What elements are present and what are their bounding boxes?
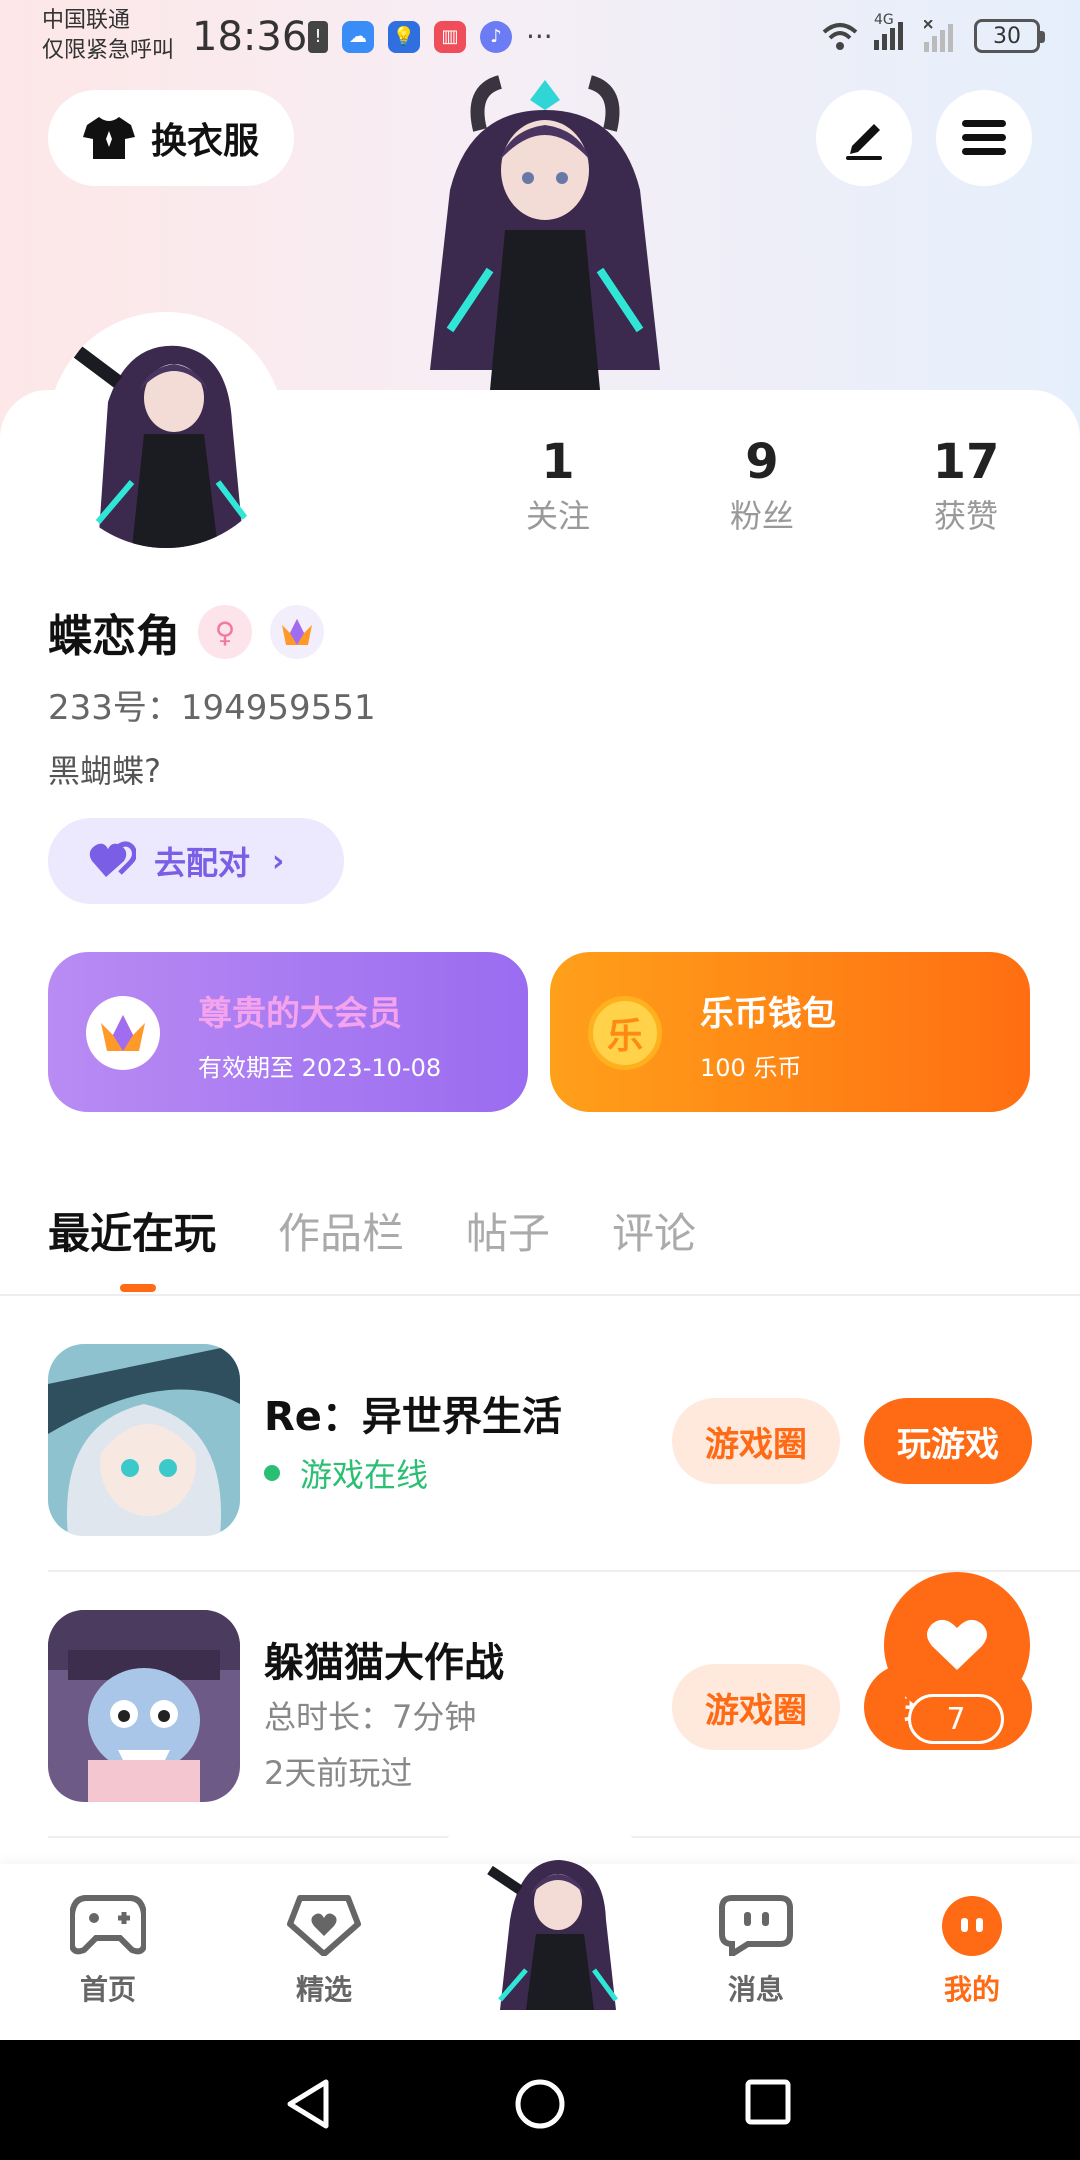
game-circle-button[interactable]: 游戏圈 bbox=[672, 1664, 840, 1750]
heart-icon bbox=[927, 1619, 987, 1670]
likes-count: 17 bbox=[932, 434, 1000, 490]
nav-messages[interactable]: 消息 bbox=[676, 1894, 836, 2008]
carrier-name: 中国联通 bbox=[42, 8, 131, 33]
vip-membership-card[interactable]: 尊贵的大会员 有效期至 2023-10-08 bbox=[48, 952, 528, 1112]
favorite-count: 7 bbox=[908, 1694, 1004, 1744]
online-status-label: 游戏在线 bbox=[300, 1456, 429, 1494]
network-type: 4G bbox=[874, 12, 894, 28]
book-icon: ▥ bbox=[434, 20, 466, 53]
nickname: 蝶恋角 bbox=[48, 611, 180, 662]
gamepad-icon bbox=[69, 1895, 147, 1955]
signal-icon: 4G bbox=[874, 12, 910, 54]
status-bar: 中国联通 仅限紧急呼叫 18:36 ! ☁ 💡 ▥ ♪ ··· 4G 30 bbox=[0, 0, 1080, 76]
carrier-info: 中国联通 仅限紧急呼叫 bbox=[42, 6, 174, 66]
back-icon[interactable] bbox=[284, 2078, 332, 2130]
nav-home-label: 首页 bbox=[79, 1973, 136, 2006]
game-title: 躲猫猫大作战 bbox=[264, 1640, 504, 1686]
avatar[interactable] bbox=[48, 312, 284, 548]
vip-expiry: 有效期至 2023-10-08 bbox=[198, 1054, 442, 1082]
stat-followers[interactable]: 9 粉丝 bbox=[682, 432, 842, 540]
nav-home[interactable]: 首页 bbox=[28, 1894, 188, 2008]
music-icon: ♪ bbox=[480, 20, 512, 53]
nav-me-label: 我的 bbox=[943, 1973, 1000, 2006]
nav-featured-label: 精选 bbox=[295, 1973, 352, 2006]
user-id: 233号：194959551 bbox=[48, 688, 376, 728]
stat-likes[interactable]: 17 获赞 bbox=[886, 432, 1046, 540]
carrier-status: 仅限紧急呼叫 bbox=[42, 38, 175, 63]
wallet-balance: 100 乐币 bbox=[700, 1054, 802, 1082]
alert-icon: ! bbox=[308, 20, 328, 53]
wallet-title: 乐币钱包 bbox=[700, 994, 836, 1034]
match-label: 去配对 bbox=[154, 844, 251, 882]
coin-icon: 乐 bbox=[588, 996, 662, 1070]
female-icon[interactable]: ♀ bbox=[198, 605, 252, 659]
stat-following[interactable]: 1 关注 bbox=[478, 432, 638, 540]
tab-works[interactable]: 作品栏 bbox=[278, 1200, 404, 1261]
tab-comments[interactable]: 评论 bbox=[612, 1200, 696, 1261]
vip-crown-icon bbox=[86, 996, 160, 1070]
pencil-icon bbox=[846, 124, 882, 160]
tab-posts[interactable]: 帖子 bbox=[466, 1200, 550, 1261]
recents-square-icon[interactable] bbox=[744, 2078, 792, 2126]
wallet-card[interactable]: 乐 乐币钱包 100 乐币 bbox=[550, 952, 1030, 1112]
tab-recent-play[interactable]: 最近在玩 bbox=[48, 1200, 216, 1261]
home-circle-icon[interactable] bbox=[514, 2078, 566, 2130]
menu-button[interactable] bbox=[936, 90, 1032, 186]
cloud-icon: ☁ bbox=[342, 20, 374, 53]
row-divider bbox=[48, 1570, 1080, 1572]
chevron-right-icon: › bbox=[272, 843, 285, 879]
match-button[interactable]: 去配对 › bbox=[48, 818, 344, 904]
clock: 18:36 bbox=[192, 14, 308, 60]
nickname-row: 蝶恋角 ♀ bbox=[48, 600, 324, 664]
tab-divider bbox=[0, 1294, 1080, 1296]
game-row[interactable]: Re：异世界生活 游戏在线 游戏圈 玩游戏 bbox=[48, 1344, 1080, 1540]
following-label: 关注 bbox=[525, 497, 590, 535]
vip-title: 尊贵的大会员 bbox=[198, 994, 402, 1034]
hamburger-menu-icon bbox=[962, 120, 1006, 155]
game-circle-button[interactable]: 游戏圈 bbox=[672, 1398, 840, 1484]
vip-crown-badge-icon[interactable] bbox=[270, 605, 324, 659]
following-count: 1 bbox=[541, 434, 575, 490]
wifi-icon bbox=[822, 23, 858, 50]
nav-me[interactable]: 我的 bbox=[892, 1894, 1052, 2008]
game-online-status: 游戏在线 bbox=[264, 1450, 428, 1496]
avatar-character-banner bbox=[430, 75, 660, 390]
game-duration: 总时长：7分钟 bbox=[264, 1698, 477, 1736]
followers-count: 9 bbox=[745, 434, 779, 490]
more-notifications-icon: ··· bbox=[526, 20, 553, 53]
game-thumbnail[interactable] bbox=[48, 1610, 240, 1802]
bulb-icon: 💡 bbox=[388, 20, 420, 53]
online-dot-icon bbox=[264, 1465, 280, 1481]
user-bio: 黑蝴蝶? bbox=[48, 752, 161, 790]
game-thumbnail[interactable] bbox=[48, 1344, 240, 1536]
nav-featured[interactable]: 精选 bbox=[244, 1894, 404, 2008]
play-game-button[interactable]: 玩游戏 bbox=[864, 1398, 1032, 1484]
system-navigation-bar bbox=[0, 2040, 1080, 2160]
profile-tabs: 最近在玩 作品栏 帖子 评论 bbox=[48, 1200, 696, 1261]
nav-messages-label: 消息 bbox=[727, 1973, 784, 2006]
profile-face-icon bbox=[942, 1896, 1002, 1956]
game-title: Re：异世界生活 bbox=[264, 1394, 562, 1440]
active-tab-indicator bbox=[120, 1284, 156, 1292]
tshirt-icon bbox=[82, 117, 135, 159]
chat-icon bbox=[719, 1895, 793, 1960]
signal-disabled-icon bbox=[924, 20, 953, 52]
battery-indicator: 30 bbox=[974, 19, 1045, 53]
heart-pair-icon bbox=[89, 841, 136, 877]
likes-label: 获赞 bbox=[933, 497, 998, 535]
notification-icons: ! ☁ 💡 ▥ ♪ ··· bbox=[308, 20, 553, 53]
avatar-image bbox=[48, 312, 284, 548]
change-outfit-label: 换衣服 bbox=[150, 121, 259, 162]
nav-avatar-button[interactable] bbox=[480, 1840, 630, 2020]
game-last-played: 2天前玩过 bbox=[264, 1754, 413, 1792]
status-right: 4G 30 bbox=[820, 12, 1045, 54]
change-outfit-button[interactable]: 换衣服 bbox=[48, 90, 294, 186]
edit-profile-button[interactable] bbox=[816, 90, 912, 186]
heart-shield-icon bbox=[287, 1895, 361, 1957]
followers-label: 粉丝 bbox=[729, 497, 794, 535]
